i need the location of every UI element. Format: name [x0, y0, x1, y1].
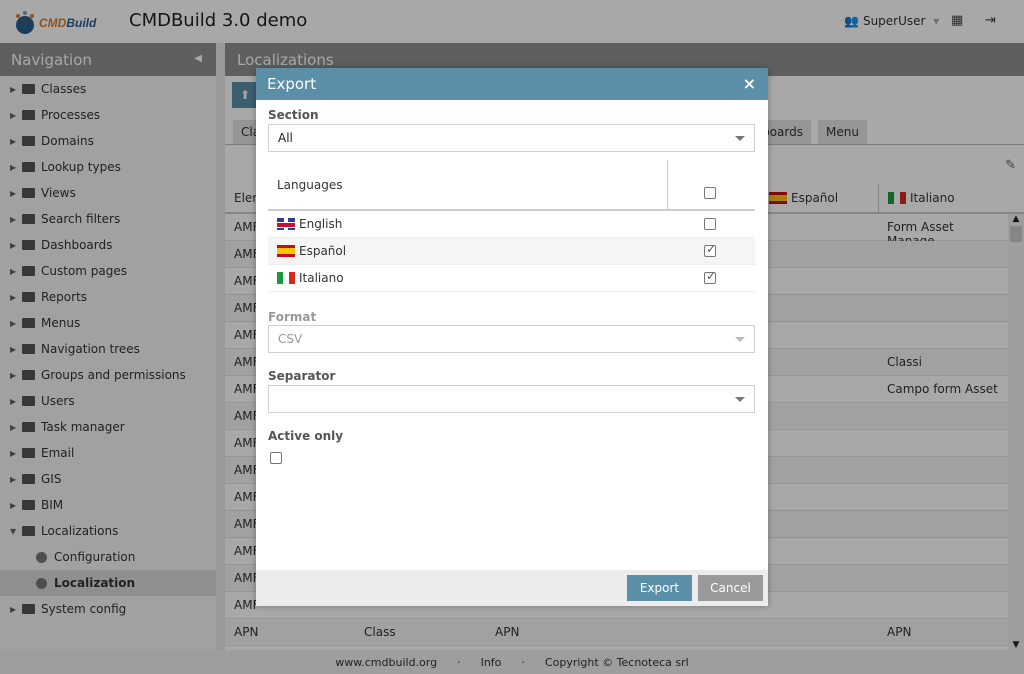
espanol-checkbox[interactable] [704, 242, 716, 257]
english-checkbox[interactable] [704, 218, 716, 230]
languages-header: Languages [277, 178, 343, 192]
active-only-label: Active only [268, 429, 344, 443]
cancel-button[interactable]: Cancel [698, 575, 763, 601]
format-select: CSV [268, 325, 755, 353]
chevron-down-icon [735, 136, 745, 141]
italy-flag-icon [277, 272, 295, 284]
close-icon[interactable]: × [743, 74, 756, 93]
uk-flag-icon [277, 218, 295, 230]
spain-flag-icon [277, 245, 295, 257]
languages-grid: Languages English Español Italiano [268, 160, 755, 292]
separator-select[interactable] [268, 385, 755, 413]
dialog-header: Export × [256, 68, 768, 100]
export-dialog: Export × Section All Languages English Es… [256, 68, 768, 606]
language-row-espanol[interactable]: Español [268, 238, 755, 265]
chevron-down-icon [735, 337, 745, 342]
chevron-down-icon [735, 397, 745, 402]
language-row-english[interactable]: English [268, 211, 755, 238]
italiano-checkbox[interactable] [704, 269, 716, 284]
export-button[interactable]: Export [627, 575, 692, 601]
language-row-italiano[interactable]: Italiano [268, 265, 755, 292]
section-label: Section [268, 108, 319, 122]
select-all-checkbox[interactable] [704, 187, 716, 199]
separator-label: Separator [268, 369, 336, 383]
active-only-checkbox[interactable] [270, 452, 282, 464]
section-select[interactable]: All [268, 124, 755, 152]
dialog-footer: Export Cancel [256, 570, 768, 606]
format-label: Format [268, 310, 317, 324]
